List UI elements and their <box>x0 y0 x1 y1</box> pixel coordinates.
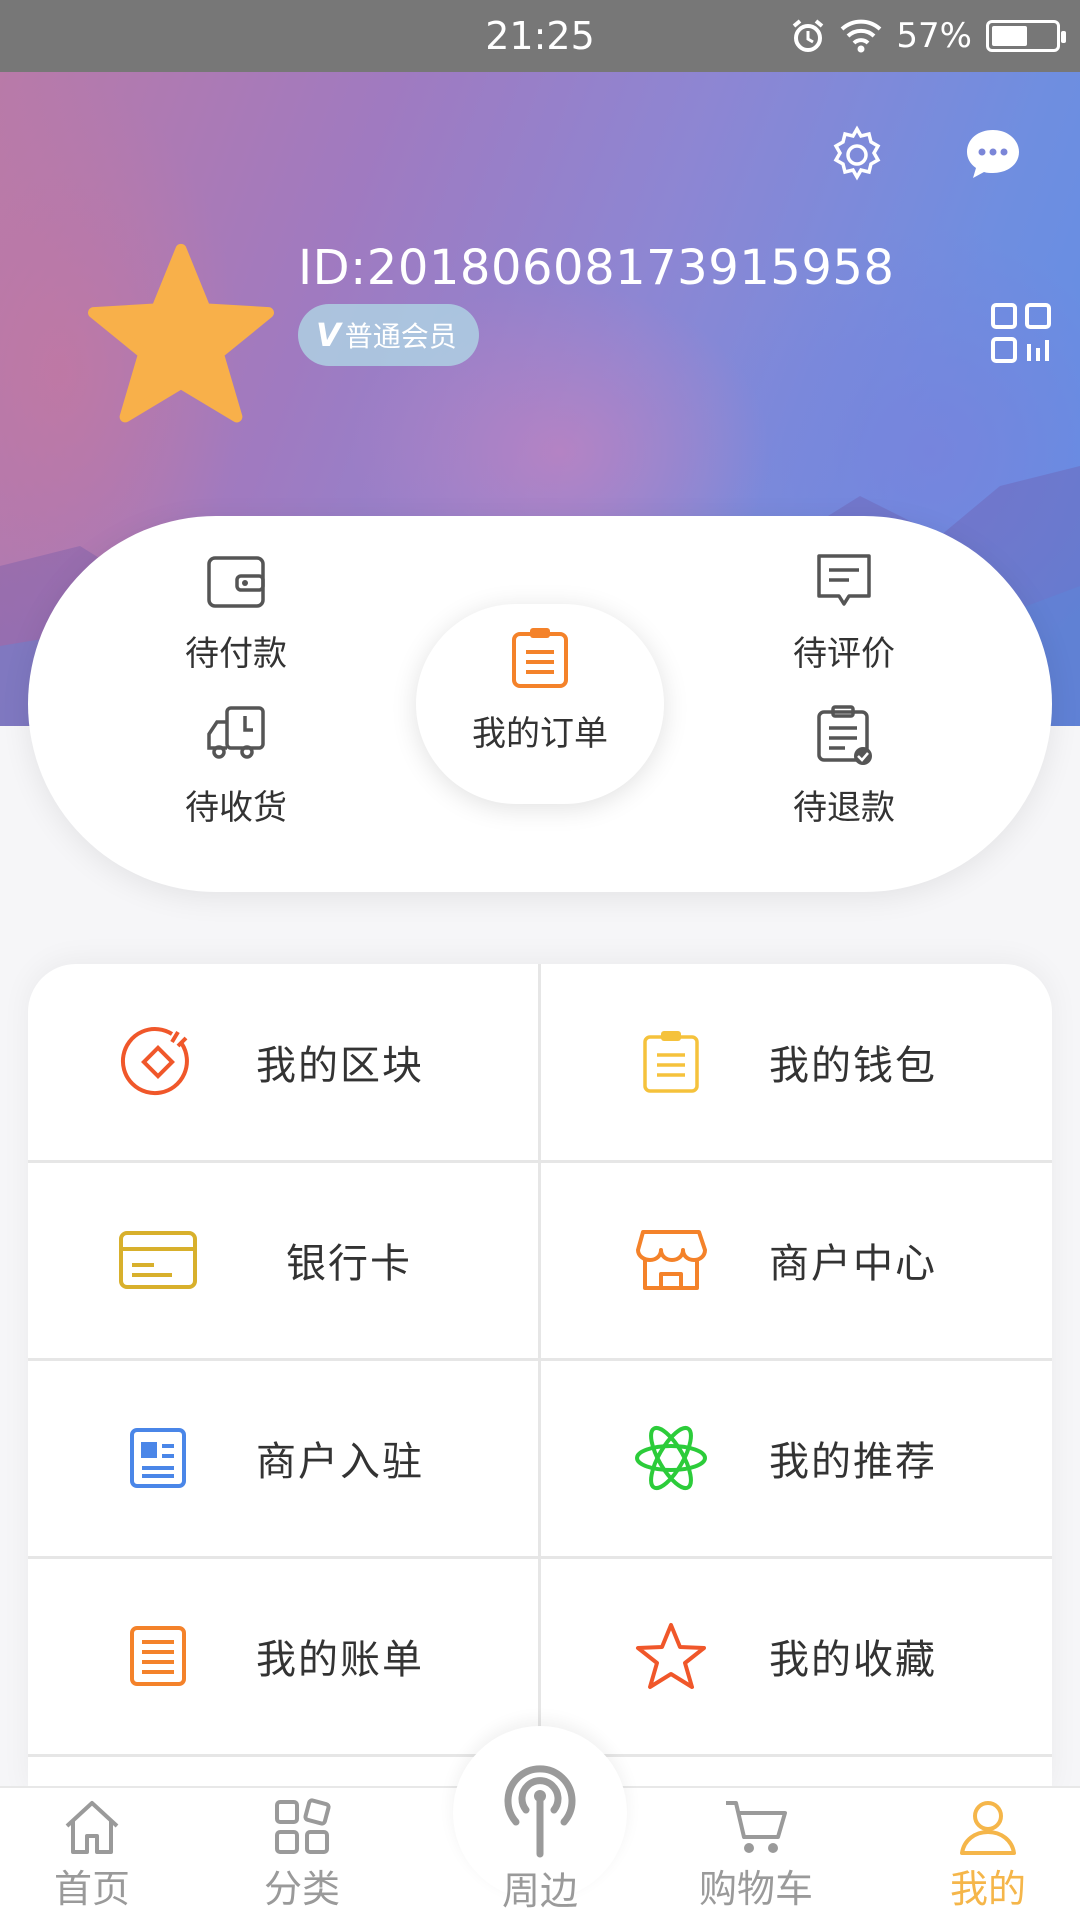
menu-item-my-block[interactable]: 我的区块 <box>28 964 539 1160</box>
qr-code-button[interactable] <box>986 298 1056 368</box>
menu-item-label: 我的收藏 <box>769 1637 937 1683</box>
tab-nearby[interactable]: 周边 <box>460 1748 620 1915</box>
pending-receipt-button[interactable]: 待收货 <box>146 704 326 829</box>
messages-button[interactable] <box>958 120 1028 190</box>
pending-review-label: 待评价 <box>793 634 895 674</box>
pending-receipt-label: 待收货 <box>185 788 287 828</box>
menu-item-my-recommend[interactable]: 我的推荐 <box>541 1360 1052 1556</box>
qr-code-icon <box>991 303 1051 363</box>
my-orders-button[interactable]: 我的订单 <box>416 604 664 804</box>
status-bar: 21:25 57% <box>0 0 1080 72</box>
tab-category[interactable]: 分类 <box>222 1798 382 1913</box>
member-level-badge: V 普通会员 <box>298 304 479 366</box>
merchant-join-icon <box>130 1428 186 1488</box>
home-icon <box>65 1801 119 1854</box>
orders-panel: 待付款 待评价 待收货 待退款 我的订单 <box>28 516 1052 892</box>
member-level: 普通会员 <box>344 320 457 353</box>
tab-home[interactable]: 首页 <box>12 1798 172 1913</box>
tab-label: 首页 <box>53 1867 130 1911</box>
vip-mark: V <box>316 316 341 354</box>
pending-payment-label: 待付款 <box>185 634 287 674</box>
nearby-signal-icon <box>504 1765 576 1858</box>
menu-item-label: 商户中心 <box>769 1241 937 1287</box>
menu-item-label: 我的推荐 <box>769 1439 937 1485</box>
my-orders-label: 我的订单 <box>472 714 608 754</box>
profile-icon <box>960 1801 1016 1855</box>
pending-review-button[interactable]: 待评价 <box>754 550 934 675</box>
pending-payment-button[interactable]: 待付款 <box>146 550 326 675</box>
menu-item-label: 我的钱包 <box>769 1043 937 1089</box>
pending-refund-button[interactable]: 待退款 <box>754 704 934 829</box>
wallet-outline-icon <box>207 556 265 608</box>
block-icon <box>120 1027 189 1096</box>
tab-cart[interactable]: 购物车 <box>676 1798 836 1913</box>
tab-label: 我的 <box>949 1867 1026 1911</box>
bank-card-icon <box>119 1231 197 1289</box>
category-icon <box>275 1798 331 1854</box>
delivery-truck-icon <box>207 706 265 759</box>
menu-item-my-favorites[interactable]: 我的收藏 <box>541 1558 1052 1754</box>
bill-icon <box>130 1626 186 1686</box>
menu-item-label: 商户入驻 <box>256 1439 424 1485</box>
menu-item-my-bill[interactable]: 我的账单 <box>28 1558 539 1754</box>
battery-percent: 57% <box>896 16 972 56</box>
bottom-tab-bar: 首页 分类 周边 购物车 我的 <box>0 1726 1080 1920</box>
tab-label: 购物车 <box>698 1867 813 1911</box>
menu-item-label: 我的区块 <box>256 1043 424 1089</box>
pending-refund-label: 待退款 <box>793 788 895 828</box>
order-clipboard-icon <box>512 628 568 688</box>
battery-icon <box>986 20 1066 52</box>
tab-label: 分类 <box>263 1867 340 1911</box>
wallet-icon <box>643 1031 699 1093</box>
alarm-icon <box>793 19 824 52</box>
favorite-star-icon <box>636 1623 706 1689</box>
chat-bubble-icon <box>967 130 1019 178</box>
recommend-icon <box>635 1425 707 1491</box>
refund-clipboard-icon <box>817 705 872 765</box>
store-icon <box>636 1230 707 1290</box>
status-icons: 57% <box>790 14 1066 58</box>
feature-menu: 我的区块 我的钱包 银行卡 商户中心 商户入驻 我的推荐 我的账单 我的收藏 <box>28 964 1052 1794</box>
settings-button[interactable] <box>822 120 892 190</box>
gear-icon <box>833 125 881 181</box>
wifi-icon <box>841 19 882 53</box>
menu-item-label: 我的账单 <box>256 1637 424 1683</box>
menu-item-bank-card[interactable]: 银行卡 <box>28 1162 539 1358</box>
profile-page: 21:25 57% ID:20180608173915958 V 普通会员 待付… <box>0 0 1080 1920</box>
menu-item-my-wallet[interactable]: 我的钱包 <box>541 964 1052 1160</box>
review-icon <box>817 554 871 606</box>
avatar[interactable] <box>88 242 274 428</box>
cart-icon <box>726 1801 787 1853</box>
tab-profile[interactable]: 我的 <box>908 1798 1068 1913</box>
menu-item-merchant-center[interactable]: 商户中心 <box>541 1162 1052 1358</box>
menu-item-label: 银行卡 <box>286 1241 412 1287</box>
menu-item-merchant-join[interactable]: 商户入驻 <box>28 1360 539 1556</box>
user-id: ID:20180608173915958 <box>298 240 895 296</box>
tab-label: 周边 <box>501 1869 578 1913</box>
